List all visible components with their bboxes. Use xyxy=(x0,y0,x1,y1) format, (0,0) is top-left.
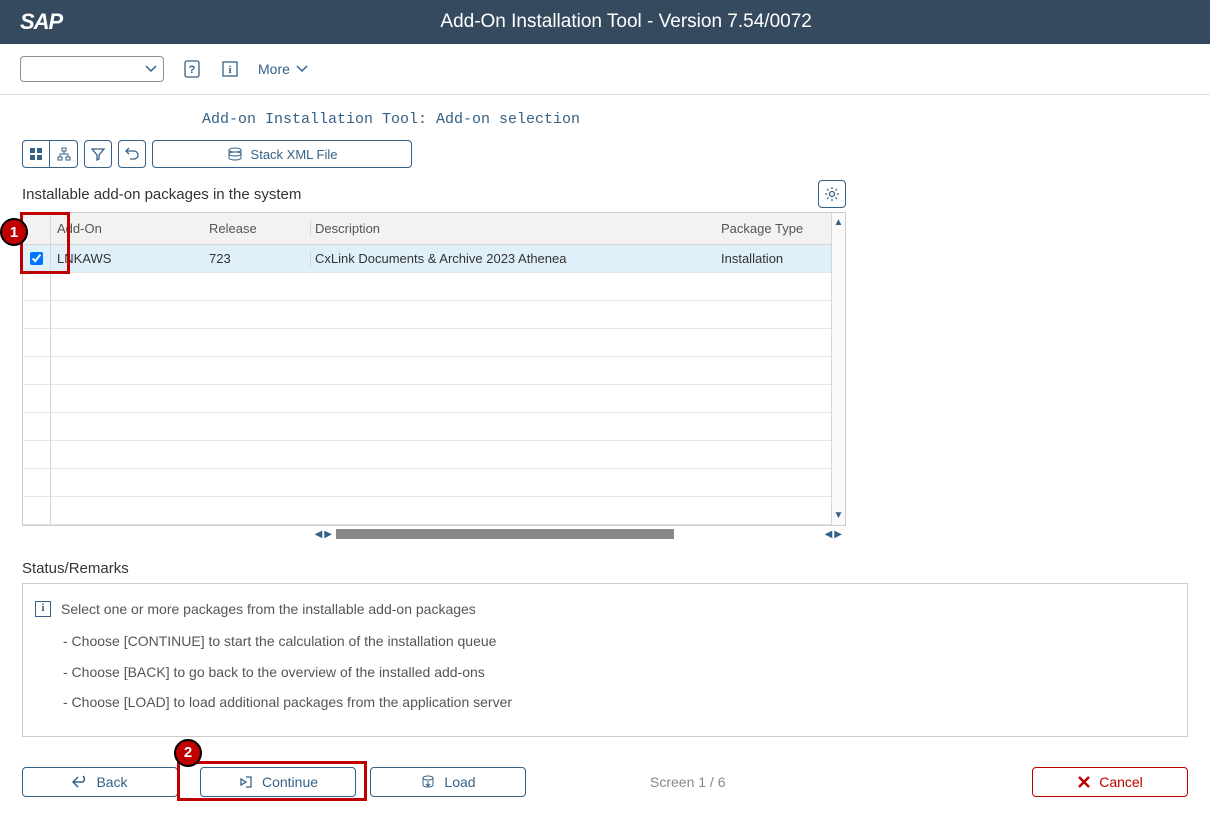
action-button-row: Stack XML File xyxy=(22,140,1188,168)
continue-button[interactable]: Continue xyxy=(200,767,356,797)
cell-addon: LNKAWS xyxy=(51,251,207,266)
back-icon xyxy=(72,775,88,789)
table-row[interactable] xyxy=(23,273,831,301)
col-package-type-header[interactable]: Package Type xyxy=(715,221,831,236)
more-button[interactable]: More xyxy=(258,61,308,77)
info-icon: i xyxy=(35,601,51,617)
cell-package-type: Installation xyxy=(715,251,831,266)
settings-button[interactable] xyxy=(818,180,846,208)
filter-button[interactable] xyxy=(84,140,112,168)
page-title: Add-On Installation Tool - Version 7.54/… xyxy=(62,11,1190,33)
scroll-left-icon[interactable]: ◀ xyxy=(315,529,323,540)
table-row[interactable] xyxy=(23,413,831,441)
cell-description: CxLink Documents & Archive 2023 Athenea xyxy=(311,251,715,266)
chevron-down-icon xyxy=(296,65,308,73)
transaction-dropdown[interactable] xyxy=(20,56,164,82)
continue-label: Continue xyxy=(262,774,318,790)
back-button[interactable]: Back xyxy=(22,767,178,797)
table-row[interactable] xyxy=(23,385,831,413)
scroll-down-icon[interactable]: ▼ xyxy=(834,510,844,521)
table-column-headers: Add-On Release Description Package Type xyxy=(23,213,831,245)
section-title: Add-on Installation Tool: Add-on selecti… xyxy=(202,111,1188,128)
status-text: - Choose [BACK] to go back to the overvi… xyxy=(63,661,1175,683)
horizontal-scrollbar[interactable] xyxy=(336,529,674,539)
chevron-down-icon xyxy=(145,65,157,73)
status-title: Status/Remarks xyxy=(22,560,1188,577)
table-row[interactable] xyxy=(23,329,831,357)
scroll-right-icon[interactable]: ▶ xyxy=(834,529,842,540)
horizontal-scroll-row: ◀▶ ◀▶ xyxy=(22,526,846,542)
cancel-icon xyxy=(1077,775,1091,789)
table-title: Installable add-on packages in the syste… xyxy=(22,186,301,203)
table-row[interactable] xyxy=(23,357,831,385)
status-text: - Choose [CONTINUE] to start the calcula… xyxy=(63,630,1175,652)
annotation-1: 1 xyxy=(0,218,28,246)
scroll-right-icon[interactable]: ▶ xyxy=(324,529,332,540)
addon-table: Add-On Release Description Package Type … xyxy=(22,212,846,526)
table-body: LNKAWS 723 CxLink Documents & Archive 20… xyxy=(23,245,831,525)
screen-indicator: Screen 1 / 6 xyxy=(650,774,726,790)
scroll-up-icon[interactable]: ▲ xyxy=(834,217,844,228)
toolbar: ? i More xyxy=(0,44,1210,95)
info-icon[interactable]: i xyxy=(220,59,240,79)
status-box: i Select one or more packages from the i… xyxy=(22,583,1188,737)
footer-buttons: 2 Back Continue Load Screen 1 / 6 Cancel xyxy=(22,767,1188,797)
cancel-label: Cancel xyxy=(1099,774,1143,790)
gear-icon xyxy=(824,186,840,202)
vertical-scrollbar[interactable]: ▲ ▼ xyxy=(831,213,845,525)
sap-logo: SAP xyxy=(20,9,62,35)
undo-button[interactable] xyxy=(118,140,146,168)
stack-xml-button[interactable]: Stack XML File xyxy=(152,140,412,168)
col-description-header[interactable]: Description xyxy=(311,221,715,236)
table-row[interactable] xyxy=(23,469,831,497)
svg-text:i: i xyxy=(228,64,231,76)
more-label: More xyxy=(258,61,290,77)
annotation-2: 2 xyxy=(174,739,202,767)
svg-text:?: ? xyxy=(189,64,196,76)
cancel-button[interactable]: Cancel xyxy=(1032,767,1188,797)
col-release-header[interactable]: Release xyxy=(207,221,311,236)
cell-release: 723 xyxy=(207,251,311,266)
load-icon xyxy=(420,775,436,789)
table-row[interactable] xyxy=(23,497,831,525)
help-icon[interactable]: ? xyxy=(182,59,202,79)
stack-icon xyxy=(227,147,243,161)
back-label: Back xyxy=(96,774,127,790)
load-label: Load xyxy=(444,774,475,790)
status-text: Select one or more packages from the ins… xyxy=(61,598,476,620)
status-text: - Choose [LOAD] to load additional packa… xyxy=(63,691,1175,713)
scroll-left-icon[interactable]: ◀ xyxy=(825,529,833,540)
grid-view-button[interactable] xyxy=(22,140,50,168)
row-checkbox[interactable] xyxy=(30,252,43,265)
main-content: Add-on Installation Tool: Add-on selecti… xyxy=(0,95,1210,813)
col-addon-header[interactable]: Add-On xyxy=(51,221,207,236)
table-header-row: Installable add-on packages in the syste… xyxy=(22,180,846,208)
table-row[interactable] xyxy=(23,301,831,329)
load-button[interactable]: Load xyxy=(370,767,526,797)
stack-xml-label: Stack XML File xyxy=(251,147,338,162)
continue-icon xyxy=(238,775,254,789)
header-bar: SAP Add-On Installation Tool - Version 7… xyxy=(0,0,1210,44)
table-row[interactable]: LNKAWS 723 CxLink Documents & Archive 20… xyxy=(23,245,831,273)
hierarchy-view-button[interactable] xyxy=(50,140,78,168)
table-row[interactable] xyxy=(23,441,831,469)
